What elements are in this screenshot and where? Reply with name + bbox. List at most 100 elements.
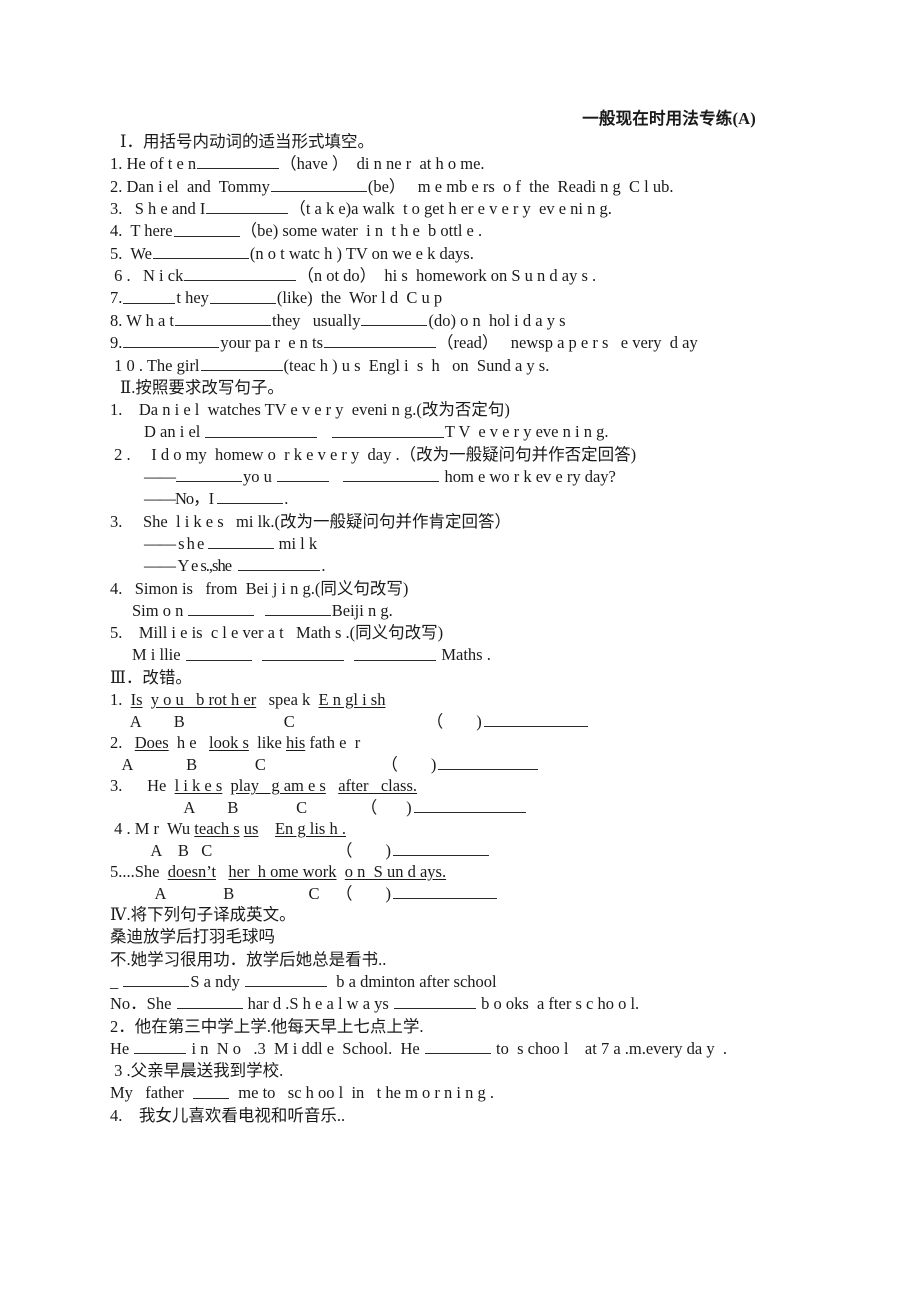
answer-pre: M i llie xyxy=(132,645,185,665)
answer-post: b o oks a fter s c ho o l. xyxy=(476,994,640,1014)
question-item: 3. S h e and I （t a k e)a walk t o get h … xyxy=(110,198,822,220)
item-part: M r Wu xyxy=(130,819,195,839)
fill-blank[interactable] xyxy=(393,993,476,1010)
question-prompt: 1. Da n i e l watches TV e v e r y eveni… xyxy=(110,400,510,420)
item-part-underlined[interactable]: her h ome work xyxy=(228,862,336,881)
item-part-underlined[interactable]: y o u b rot h er xyxy=(151,690,256,709)
abc-marker-row: A B C （ ) xyxy=(110,711,822,732)
question-text: 8. W h a t xyxy=(110,311,175,330)
item-part xyxy=(216,862,228,881)
fill-blank[interactable] xyxy=(261,644,344,661)
fill-blank[interactable] xyxy=(424,1038,491,1054)
fill-blank[interactable] xyxy=(123,287,176,304)
item-number: 2. xyxy=(110,733,123,753)
fill-blank[interactable] xyxy=(354,644,437,661)
item-part-underlined[interactable]: play g am e s xyxy=(231,776,326,795)
item-part xyxy=(143,690,151,709)
question-item: 4. T here （be) some water i n t h e b ott… xyxy=(110,220,822,242)
abc-marker-row: A B C （ ) xyxy=(110,840,822,861)
fill-blank[interactable] xyxy=(277,466,329,483)
abc-markers: A B C （ ) xyxy=(110,884,391,904)
question-item: 1. He of t e n （have ） di n ne r at h o m… xyxy=(110,153,822,175)
answer-blank[interactable] xyxy=(483,711,588,728)
fill-blank[interactable] xyxy=(175,310,272,326)
question-text: 1 0 . The girl xyxy=(110,355,200,375)
fill-blank[interactable] xyxy=(176,466,242,483)
item-part-underlined[interactable]: En g lis h . xyxy=(275,819,346,838)
answer-blank[interactable] xyxy=(438,754,539,771)
fill-blank[interactable] xyxy=(361,310,428,326)
fill-blank[interactable] xyxy=(324,332,437,349)
fill-blank[interactable] xyxy=(245,971,327,988)
fill-blank[interactable] xyxy=(238,555,321,572)
answer-pre: No．She xyxy=(110,994,176,1014)
fill-blank[interactable] xyxy=(270,176,367,192)
answer-line: M i llie Maths . xyxy=(132,644,822,666)
fill-blank[interactable] xyxy=(188,600,255,617)
item-number: 4 . xyxy=(110,819,131,839)
section-1-heading: Ⅰ．用括号内动词的适当形式填空。 xyxy=(120,132,375,151)
translation-answer-line: No．She har d .S h e a l w a ys b o oks a… xyxy=(110,993,822,1015)
item-part-underlined[interactable]: doesn’t xyxy=(168,862,216,881)
item-number: 1. xyxy=(110,690,123,709)
item-part-underlined[interactable]: his xyxy=(286,733,305,752)
fill-blank[interactable] xyxy=(205,421,318,438)
item-part-underlined[interactable]: E n gl i sh xyxy=(319,690,386,709)
question-text: 3. S h e and I xyxy=(110,199,206,219)
item-part-underlined[interactable]: look s xyxy=(209,733,249,752)
item-part-underlined[interactable]: us xyxy=(244,819,259,838)
question-item: 8. W h a t they usually (do) o n hol i d a… xyxy=(110,310,822,332)
fill-blank[interactable] xyxy=(173,220,240,237)
fill-blank[interactable] xyxy=(217,488,284,505)
item-part-underlined[interactable]: teach s xyxy=(194,819,239,838)
answer-blank[interactable] xyxy=(413,797,526,814)
question-text: 1. He of t e n xyxy=(110,154,197,174)
question-text: 6 . N i ck xyxy=(110,266,184,286)
question-text-after: (like) the Wor l d C u p xyxy=(276,288,443,308)
abc-marker-row: A B C （ ) xyxy=(110,883,822,904)
fill-blank[interactable] xyxy=(343,466,440,483)
item-part-underlined[interactable]: Does xyxy=(135,733,169,752)
answer-mid: har d .S h e a l w a ys xyxy=(243,994,393,1014)
fill-blank[interactable] xyxy=(134,1038,187,1054)
question-text-after: (n o t watc h ) TV on we e k days. xyxy=(249,243,474,263)
item-part xyxy=(122,733,134,752)
question-item: 5. We (n o t watc h ) TV on we e k days. xyxy=(110,243,822,265)
fill-blank[interactable] xyxy=(123,332,220,349)
item-part-underlined[interactable]: o n S un d ays. xyxy=(345,862,446,881)
fill-blank[interactable] xyxy=(152,243,249,259)
fill-blank[interactable] xyxy=(185,644,252,661)
answer-blank[interactable] xyxy=(392,840,489,857)
answer-line: —— s h e mi l k xyxy=(144,533,822,555)
fill-blank[interactable] xyxy=(200,355,283,371)
fill-blank[interactable] xyxy=(209,287,276,304)
item-part-underlined[interactable]: Is xyxy=(131,690,143,709)
item-part: spea k xyxy=(256,690,319,709)
fill-blank[interactable] xyxy=(206,198,289,215)
question-text: 7. xyxy=(110,288,123,308)
question-item: 9. your pa r e n ts （read） newsp a p e r s… xyxy=(110,332,822,354)
fill-blank[interactable] xyxy=(197,153,280,170)
item-part-underlined[interactable]: l i k e s xyxy=(175,776,223,795)
item-part xyxy=(326,776,338,795)
fill-blank[interactable] xyxy=(123,971,190,988)
answer-post: Beiji n g. xyxy=(331,601,393,621)
question-text-mid: t hey xyxy=(176,288,209,308)
fill-blank[interactable] xyxy=(176,993,243,1010)
answer-pre: _ xyxy=(110,972,123,992)
fill-blank[interactable] xyxy=(207,533,274,550)
fill-blank[interactable] xyxy=(184,265,297,282)
item-part-underlined[interactable]: after class. xyxy=(338,776,417,795)
fill-blank[interactable] xyxy=(193,1082,230,1099)
section-2-heading: Ⅱ.按照要求改写句子。 xyxy=(120,377,284,397)
question-text-after: （t a k e)a walk t o get h er e v e r y e… xyxy=(289,199,612,219)
answer-post: hom e wo r k ev e ry day? xyxy=(440,467,616,487)
section-3-heading: Ⅲ．改错。 xyxy=(110,667,192,687)
abc-markers: A B C （ ) xyxy=(110,755,437,775)
fill-blank[interactable] xyxy=(331,421,444,438)
fill-blank[interactable] xyxy=(264,600,331,617)
abc-markers: A B C （ ) xyxy=(110,841,391,861)
answer-blank[interactable] xyxy=(392,883,497,900)
answer-line: ——No，I . xyxy=(144,488,822,510)
answer-post: me to sc h oo l in t he m o r n i n g . xyxy=(230,1083,495,1103)
